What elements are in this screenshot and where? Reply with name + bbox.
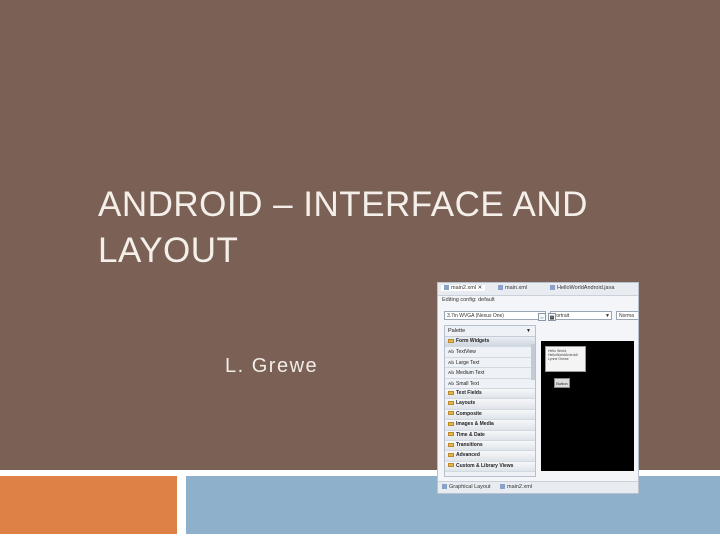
palette-row-label: Form Widgets [456, 338, 490, 344]
palette-category: Composite [445, 409, 535, 421]
theme-select: Norma [616, 311, 638, 320]
palette-widget: Ab Small Text [445, 379, 535, 389]
palette-category: Form Widgets [445, 337, 535, 348]
folder-icon [448, 463, 454, 468]
java-file-icon [550, 285, 555, 291]
folder-icon [448, 338, 454, 343]
device-select: 3.7in WVGA (Nexus One)▼ [444, 311, 546, 320]
xml-file-icon [498, 285, 503, 291]
tab-xml-source: main2.xml [500, 484, 532, 490]
text-widget-icon: Ab [448, 380, 454, 386]
button-preview: Button [554, 378, 570, 388]
palette-category: Images & Media [445, 420, 535, 431]
text-widget-icon: Ab [448, 349, 454, 355]
chevron-down-icon: ▼ [526, 328, 531, 334]
slide-background: ANDROID – INTERFACE AND LAYOUT L. Grewe … [0, 0, 720, 540]
xml-file-icon [444, 285, 449, 291]
palette-widget: Ab Large Text [445, 358, 535, 369]
palette-scrollbar [531, 344, 535, 380]
folder-icon [448, 411, 454, 416]
tab-java-file: HelloWorldAndroid.java [550, 285, 614, 291]
palette-row-label: Transitions [456, 441, 483, 448]
palette-row-label: Custom & Library Views [456, 462, 514, 469]
palette-row-label: Images & Media [456, 421, 494, 428]
palette-category: Time & Date [445, 430, 535, 441]
palette-category: Layouts [445, 399, 535, 410]
slide-title: ANDROID – INTERFACE AND LAYOUT [98, 182, 658, 274]
hello-textview-preview: Hello World, HelloWorldAndroid! Lynne Gr… [545, 346, 586, 372]
eclipse-layout-screenshot: main2.xml ✕ main.xml HelloWorldAndroid.j… [437, 282, 639, 494]
folder-icon [448, 390, 454, 395]
palette-category: Transitions [445, 440, 535, 452]
text-widget-icon: Ab [448, 370, 454, 376]
palette-row-label: TextView [456, 349, 476, 356]
layout-icon [442, 484, 447, 490]
folder-icon [448, 432, 454, 437]
palette-row-label: Medium Text [456, 370, 485, 377]
palette-list: Form Widgets Ab TextView Ab Large Text Ab Medi… [445, 337, 535, 473]
palette-widget: Ab Medium Text [445, 368, 535, 379]
palette-header: Palette ▼ [445, 326, 535, 337]
palette-category: Advanced [445, 451, 535, 462]
title-line-1: ANDROID – INTERFACE AND [98, 185, 588, 224]
palette-panel: Palette ▼ Form Widgets Ab TextView Ab Large … [444, 325, 536, 477]
config-label: Editing config: default [442, 297, 495, 303]
folder-icon [448, 421, 454, 426]
tab-main2-xml: main2.xml ✕ [441, 285, 486, 291]
tab-graphical-layout: Graphical Layout [442, 484, 491, 490]
orientation-select: Portrait ▼ [550, 311, 612, 320]
palette-row-label: Time & Date [456, 431, 485, 438]
text-widget-icon: Ab [448, 359, 454, 365]
editor-tab-bar: main2.xml ✕ main.xml HelloWorldAndroid.j… [438, 283, 638, 296]
bottom-tab-bar: Graphical Layout main2.xml [438, 481, 638, 493]
palette-widget: Ab TextView [445, 347, 535, 358]
folder-icon [448, 401, 454, 406]
footer-orange-block [0, 476, 177, 534]
palette-row-label: Small Text [456, 380, 479, 387]
title-line-2: LAYOUT [98, 231, 239, 270]
palette-row-label: Large Text [456, 359, 480, 366]
palette-row-label: Composite [456, 410, 482, 417]
device-preview-canvas: Hello World, HelloWorldAndroid! Lynne Gr… [541, 341, 634, 471]
zoom-fit-icon: ⇔ [538, 313, 546, 321]
folder-icon [448, 442, 454, 447]
palette-category: Text Fields [445, 388, 535, 400]
palette-row-label: Advanced [456, 452, 480, 459]
palette-row-label: Layouts [456, 400, 476, 407]
chevron-down-icon: ▼ [605, 313, 610, 319]
palette-row-label: Text Fields [456, 389, 482, 396]
palette-category: Custom & Library Views [445, 461, 535, 473]
author-name: L. Grewe [225, 355, 319, 377]
xml-file-icon [500, 484, 505, 490]
zoom-grid-icon: ▦ [548, 313, 556, 321]
tab-main-xml: main.xml [498, 285, 527, 291]
folder-icon [448, 452, 454, 457]
